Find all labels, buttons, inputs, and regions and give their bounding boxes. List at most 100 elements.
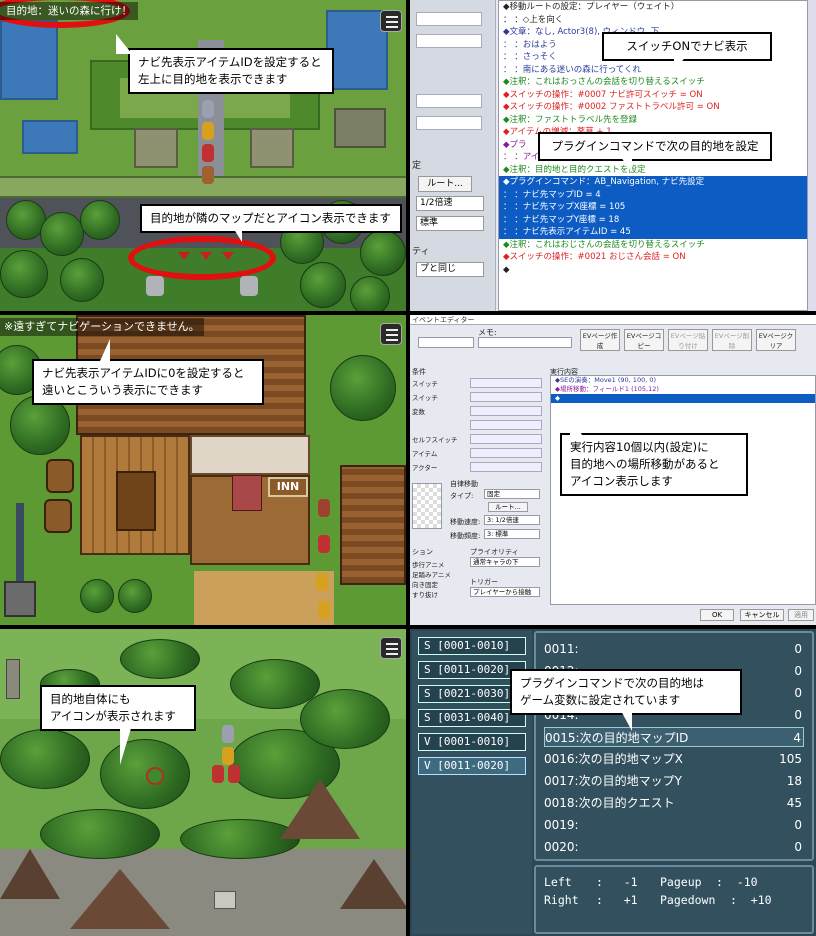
scrollbar[interactable] — [808, 0, 816, 311]
range-item[interactable]: V [0001-0010] — [418, 733, 526, 751]
menu-icon[interactable] — [380, 637, 402, 659]
pond — [326, 10, 388, 90]
memo-field[interactable] — [478, 337, 572, 348]
condition-select[interactable] — [470, 462, 542, 472]
menu-icon[interactable] — [380, 323, 402, 345]
condition-select[interactable] — [470, 448, 542, 458]
frequency-select[interactable]: 3: 標準 — [484, 529, 540, 539]
condition-select[interactable] — [470, 378, 542, 388]
variable-row[interactable]: 0016:次の目的地マップX 105 — [544, 749, 804, 769]
command-line[interactable]: ： ：ナビ先表示アイテムID = 45 — [499, 226, 807, 239]
command-line[interactable]: ： ：南にある迷いの森に行ってくれ — [499, 64, 807, 77]
range-item[interactable]: S [0001-0010] — [418, 637, 526, 655]
variable-row[interactable]: 0015:次の目的地マップID 4 — [544, 727, 804, 747]
variable-value: 105 — [779, 752, 802, 766]
nav-arrow-icon — [178, 252, 190, 260]
panel-town-map: 目的地：迷いの森に行け！ ナビ先表示アイテムIDを設定すると 左上に目的地を表示… — [0, 0, 406, 311]
condition-label: セルフスイッチ — [412, 436, 458, 444]
callout-pointer — [620, 156, 632, 172]
variable-row[interactable]: 0018:次の目的クエスト 45 — [544, 793, 804, 813]
command-line[interactable]: ◆注釈：目的地と目的クエストを設定 — [499, 164, 807, 177]
callout-pointer — [116, 34, 132, 54]
condition-label: アイテム — [412, 450, 438, 458]
variable-list[interactable]: 0011:00012:00013:00014:00015:次の目的地マップID4… — [534, 631, 814, 861]
exec-line[interactable]: ◆場所移動：フィールド1 (105,12) — [551, 385, 815, 394]
variable-row[interactable]: 0011: 0 — [544, 639, 804, 659]
option-checkbox[interactable]: すり抜け — [412, 589, 451, 599]
variable-value: 0 — [794, 818, 802, 832]
condition-select[interactable] — [470, 406, 542, 416]
window-title: イベントエディター — [410, 315, 816, 325]
priority-select[interactable]: 通常キャラの下 — [470, 557, 540, 567]
graphic-preview[interactable] — [412, 483, 442, 529]
condition-row — [412, 419, 544, 432]
command-line[interactable]: ◆スイッチの操作：#0007 ナビ許可スイッチ = ON — [499, 89, 807, 102]
condition-label: アクター — [412, 464, 438, 472]
callout-destination-label: ナビ先表示アイテムIDを設定すると 左上に目的地を表示できます — [128, 48, 334, 94]
cancel-button[interactable]: キャンセル — [740, 609, 784, 621]
variable-row[interactable]: 0017:次の目的地マップY 18 — [544, 771, 804, 791]
variable-value: 4 — [793, 731, 801, 745]
variable-name: 0019: — [544, 818, 579, 832]
command-line[interactable]: ◆移動ルートの設定：プレイヤー（ウェイト） — [499, 1, 807, 14]
command-line[interactable]: ◆ — [499, 264, 807, 277]
name-field[interactable] — [418, 337, 474, 348]
command-line[interactable]: ◆スイッチの操作：#0002 ファストトラベル許可 = ON — [499, 101, 807, 114]
condition-select[interactable] — [470, 392, 542, 402]
panel-village: INN ※遠すぎてナビゲーションできません。 ナビ先表示アイテムIDに0を設定す… — [0, 315, 406, 625]
trigger-select[interactable]: プレイヤーから接触 — [470, 587, 540, 597]
panel-world-map: 目的地自体にも アイコンが表示されます — [0, 629, 406, 936]
condition-label: スイッチ — [412, 380, 438, 388]
command-line[interactable]: ： ：◇上を向く — [499, 14, 807, 27]
ev-page-button[interactable]: EVページコピー — [624, 329, 664, 351]
variable-row[interactable]: 0019: 0 — [544, 815, 804, 835]
inn-sign: INN — [268, 477, 308, 497]
help-window: Left : -1 Pageup : -10 Right : +1 Pagedo… — [534, 865, 814, 934]
exec-line[interactable]: ◆SEの演奏：Move1 (90, 100, 0) — [551, 376, 815, 385]
priority-select[interactable]: プと同じ — [416, 262, 484, 277]
variable-value: 0 — [794, 642, 802, 656]
tower — [6, 659, 20, 699]
command-line[interactable]: ◆注釈：これはおっさんの会話を切り替えるスイッチ — [499, 76, 807, 89]
ok-button[interactable]: OK — [700, 609, 734, 621]
menu-icon[interactable] — [380, 10, 402, 32]
command-line[interactable]: ： ：ナビ先マップID = 4 — [499, 188, 807, 201]
route-button[interactable]: ルート... — [488, 502, 528, 512]
temple — [214, 891, 236, 909]
callout-switch-on: スイッチONでナビ表示 — [602, 32, 772, 61]
frequency-select[interactable]: 標準 — [416, 216, 484, 231]
option-checkbox[interactable]: 向き固定 — [412, 579, 451, 589]
ev-page-button[interactable]: EVページクリア — [756, 329, 796, 351]
party-character — [202, 166, 214, 184]
speed-select[interactable]: 1/2倍速 — [416, 196, 484, 211]
ev-page-button[interactable]: EVページ作成 — [580, 329, 620, 351]
speed-select[interactable]: 3: 1/2倍速 — [484, 515, 540, 525]
variable-value: 18 — [786, 774, 802, 788]
variable-row[interactable]: 0020: 0 — [544, 837, 804, 857]
ev-page-button[interactable]: EVページ貼り付け — [668, 329, 708, 351]
type-select[interactable]: 固定 — [484, 489, 540, 499]
command-line[interactable]: ◆注釈：これはおじさんの会話を切り替えるスイッチ — [499, 239, 807, 252]
command-line[interactable]: ： ：ナビ先マップY座標 = 18 — [499, 213, 807, 226]
option-checkbox[interactable]: 歩行アニメ — [412, 559, 451, 569]
variable-name: 0011: — [544, 642, 579, 656]
destination-banner: 目的地：迷いの森に行け！ — [0, 2, 138, 20]
condition-select[interactable] — [470, 434, 542, 444]
variable-value: 0 — [794, 840, 802, 854]
command-line[interactable]: ◆プラグインコマンド：AB_Navigation, ナビ先設定 — [499, 176, 807, 189]
command-line[interactable]: ◆注釈：ファストトラベル先を登録 — [499, 114, 807, 127]
apply-button[interactable]: 適用 — [788, 609, 814, 621]
command-line[interactable]: ： ：ナビ先マップX座標 = 105 — [499, 201, 807, 214]
route-button[interactable]: ルート... — [418, 176, 472, 192]
awning — [190, 435, 310, 475]
variable-name: 0018:次の目的クエスト — [544, 796, 675, 810]
range-item[interactable]: V [0011-0020] — [418, 757, 526, 775]
variable-name: 0015:次の目的地マップID — [545, 731, 689, 745]
ev-page-button[interactable]: EVページ削除 — [712, 329, 752, 351]
callout-pointer — [674, 56, 686, 72]
condition-select[interactable] — [470, 420, 542, 430]
option-checkbox[interactable]: 足踏みアニメ — [412, 569, 451, 579]
command-line[interactable]: ◆スイッチの操作：#0021 おじさん会話 = ON — [499, 251, 807, 264]
npc-character — [202, 100, 214, 118]
exec-line[interactable]: ◆ — [551, 394, 815, 403]
